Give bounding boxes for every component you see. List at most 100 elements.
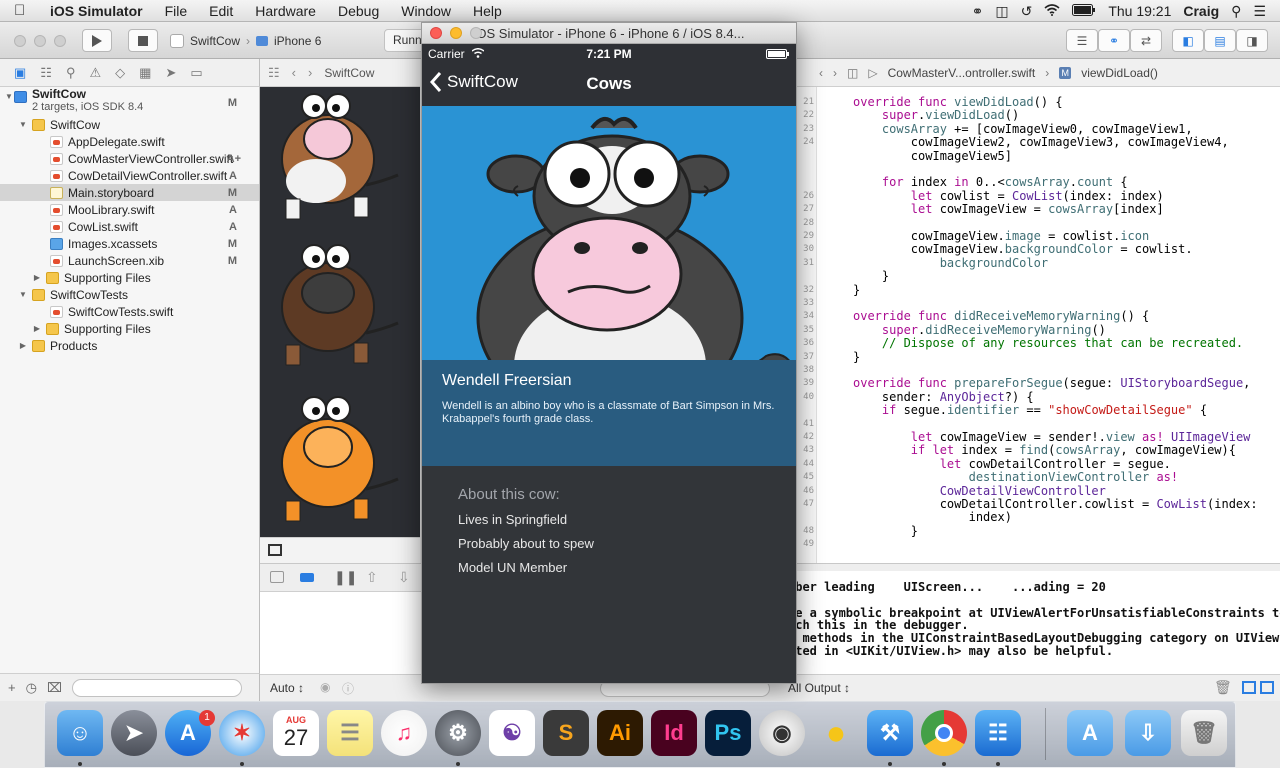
tree-item-tests-group[interactable]: ▼ SwiftCowTests	[0, 286, 259, 303]
time-machine-icon[interactable]: ↺	[1021, 3, 1033, 20]
project-root-row[interactable]: ▼ SwiftCow 2 targets, iOS SDK 8.4 M	[0, 88, 259, 116]
toggle-navigator-button[interactable]: ◧	[1172, 29, 1204, 52]
run-button[interactable]	[82, 29, 112, 52]
toggle-utilities-button[interactable]: ◨	[1236, 29, 1268, 52]
menu-hardware[interactable]: Hardware	[255, 3, 316, 19]
source-editor[interactable]: override func viewDidLoad() { super.view…	[817, 87, 1280, 563]
project-navigator-icon[interactable]: ▣	[14, 65, 26, 81]
photoshop-icon[interactable]: Ps	[705, 710, 751, 756]
downloads-folder-icon[interactable]: ⇩	[1125, 710, 1171, 756]
hide-debug-area-icon[interactable]	[270, 571, 284, 583]
sequel-pro-icon[interactable]: ◉	[759, 710, 805, 756]
spotlight-search-icon[interactable]: ⚲	[1231, 3, 1241, 20]
scm-filter-icon[interactable]: ⌧	[47, 680, 62, 696]
wifi-icon[interactable]	[1044, 3, 1060, 19]
test-navigator-icon[interactable]: ◇	[115, 65, 125, 81]
menubar-clock[interactable]: Thu 19:21	[1108, 3, 1171, 19]
system-preferences-icon[interactable]: ⚙	[435, 710, 481, 756]
notes-icon[interactable]: ☰	[327, 710, 373, 756]
console-output-popup[interactable]: All Output ↕	[788, 681, 850, 695]
jump-symbol[interactable]: viewDidLoad()	[1081, 66, 1158, 80]
tree-item-images-xcassets[interactable]: Images.xcassets M	[0, 235, 259, 252]
scheme-selector[interactable]: SwiftCow › iPhone 6	[170, 29, 370, 52]
itunes-icon[interactable]: ♫	[381, 710, 427, 756]
calendar-icon[interactable]: AUG 27	[273, 710, 319, 756]
trash-can-icon[interactable]: 🗑	[1181, 710, 1227, 756]
disclosure-closed-icon[interactable]: ▶	[32, 324, 42, 333]
step-into-icon[interactable]: ⇩	[398, 569, 410, 586]
quick-look-icon[interactable]: ◉	[320, 680, 330, 694]
disclosure-open-icon[interactable]: ▼	[4, 92, 14, 101]
cow-thumbnail-brown[interactable]	[266, 91, 416, 229]
menubar-user[interactable]: Craig	[1183, 3, 1219, 19]
notification-center-icon[interactable]: ☰	[1253, 3, 1266, 20]
tree-item-launchscreen[interactable]: LaunchScreen.xib M	[0, 252, 259, 269]
tree-item-tests-swift[interactable]: SwiftCowTests.swift	[0, 303, 259, 320]
launchpad-icon[interactable]: ➤	[111, 710, 157, 756]
menu-window[interactable]: Window	[401, 3, 451, 19]
tree-item-cow-detail-vc[interactable]: CowDetailViewController.swift A	[0, 167, 259, 184]
show-variables-icon[interactable]	[1242, 681, 1256, 694]
tree-item-products[interactable]: ▶ Products	[0, 337, 259, 354]
breakpoint-navigator-icon[interactable]: ➤	[165, 65, 176, 81]
tree-item-moolibrary[interactable]: MooLibrary.swift A	[0, 201, 259, 218]
window-minimize-button[interactable]	[34, 35, 46, 47]
tree-item-appdelegate[interactable]: AppDelegate.swift	[0, 133, 259, 150]
finder-icon[interactable]: ☺	[57, 710, 103, 756]
breakpoints-toggle-icon[interactable]	[300, 573, 314, 582]
toggle-debug-area-button[interactable]: ▤	[1204, 29, 1236, 52]
jump-file[interactable]: CowMasterV...ontroller.swift	[888, 66, 1036, 80]
tree-item-main-storyboard[interactable]: Main.storyboard M	[0, 184, 259, 201]
issue-navigator-icon[interactable]: ⚠	[89, 65, 101, 81]
trash-icon[interactable]: 🗑	[1214, 679, 1232, 696]
report-navigator-icon[interactable]: ▭	[190, 65, 202, 81]
ios-simulator-icon[interactable]: ☷	[975, 710, 1021, 756]
filter-field-icon[interactable]	[71, 678, 242, 697]
forward-arrow-icon[interactable]: ›	[308, 65, 312, 80]
recent-files-icon[interactable]: ◷	[26, 680, 37, 696]
tree-item-tests-supporting-files[interactable]: ▶ Supporting Files	[0, 320, 259, 337]
split-view-icon[interactable]: ◫	[847, 66, 858, 80]
apple-menu-icon[interactable]: 	[14, 2, 36, 19]
menu-file[interactable]: File	[165, 3, 188, 19]
folder-path-icon[interactable]: ▷	[868, 66, 877, 80]
github-icon[interactable]: ☯	[489, 710, 535, 756]
window-close-button[interactable]	[14, 35, 26, 47]
chrome-icon[interactable]	[921, 710, 967, 756]
jump-bar-path[interactable]: SwiftCow	[324, 66, 374, 80]
disclosure-closed-icon[interactable]: ▶	[18, 341, 28, 350]
simulator-zoom-button[interactable]	[470, 27, 482, 39]
cow-thumbnail-orange[interactable]	[266, 385, 416, 533]
menu-edit[interactable]: Edit	[209, 3, 233, 19]
xcode-icon[interactable]: ⚒	[867, 710, 913, 756]
disclosure-closed-icon[interactable]: ▶	[32, 273, 42, 282]
stop-button[interactable]	[128, 29, 158, 52]
debug-navigator-icon[interactable]: ▦	[139, 65, 151, 81]
add-file-icon[interactable]: +	[8, 680, 16, 695]
storyboard-canvas[interactable]	[260, 87, 420, 537]
info-icon[interactable]: ⓘ	[342, 680, 354, 697]
pause-icon[interactable]: ❚❚	[334, 569, 357, 586]
safari-icon[interactable]: ✶	[219, 710, 265, 756]
creative-cloud-icon[interactable]: ⚭	[972, 3, 984, 20]
back-arrow-icon[interactable]: ‹	[292, 65, 296, 80]
simulator-close-button[interactable]	[430, 27, 442, 39]
standard-editor-button[interactable]: ☰	[1066, 29, 1098, 52]
related-items-icon[interactable]: ☷	[268, 65, 280, 81]
tree-item-cow-master-vc[interactable]: CowMasterViewController.swift A+	[0, 150, 259, 167]
tree-item-supporting-files[interactable]: ▶ Supporting Files	[0, 269, 259, 286]
indesign-icon[interactable]: Id	[651, 710, 697, 756]
applications-folder-icon[interactable]: A	[1067, 710, 1113, 756]
illustrator-icon[interactable]: Ai	[597, 710, 643, 756]
sublime-text-icon[interactable]: S	[543, 710, 589, 756]
assistant-editor-button[interactable]: ⚭	[1098, 29, 1130, 52]
disclosure-open-icon[interactable]: ▼	[18, 120, 28, 129]
tree-item-cowlist[interactable]: CowList.swift A	[0, 218, 259, 235]
debug-console[interactable]: mber leading UIScreen... ...ading = 20 ke…	[780, 571, 1280, 674]
screen-share-icon[interactable]: ◫	[995, 3, 1008, 20]
back-arrow-icon[interactable]: ‹	[819, 66, 823, 80]
show-console-icon[interactable]	[1260, 681, 1274, 694]
forward-arrow-icon[interactable]: ›	[833, 66, 837, 80]
disclosure-open-icon[interactable]: ▼	[18, 290, 28, 299]
variables-scope-popup[interactable]: Auto ↕	[270, 681, 304, 695]
